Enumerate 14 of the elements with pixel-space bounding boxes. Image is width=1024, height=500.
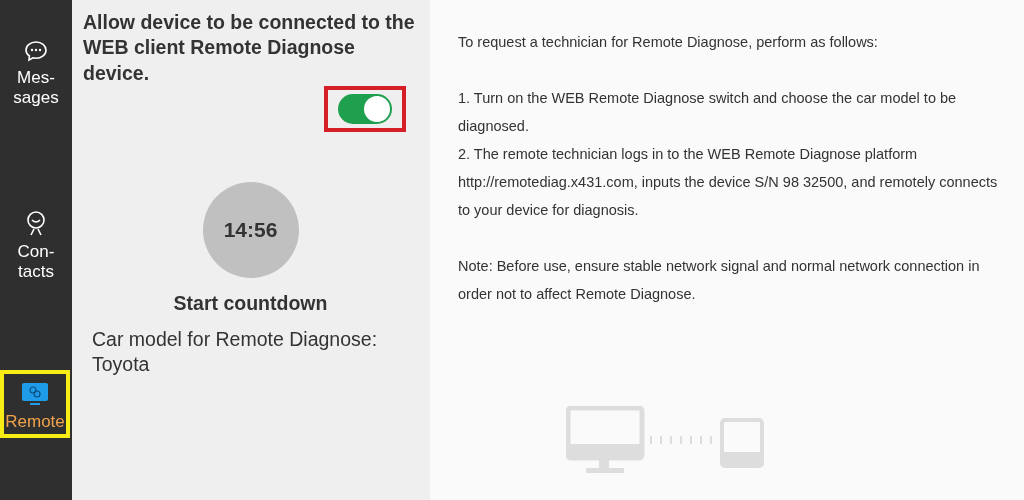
instruction-text: Note: Before use, ensure stable network signal and normal network connection in order not to affect Remote Diagnose.: [458, 257, 981, 304]
setting-title: Allow device to be connected to the WEB client Remote Diagnose device.: [83, 10, 416, 86]
chat-icon: [24, 40, 48, 62]
car-model-text: Car model for Remote Diagnose: Toyota: [92, 327, 379, 378]
countdown-timer: 14:56: [202, 182, 299, 279]
monitor-icon: [21, 382, 49, 406]
person-icon: [25, 210, 47, 236]
instruction-text: To request a technician for Remote Diagnose, perform as follows:: [458, 33, 879, 52]
instruction-text: 1. Turn on the WEB Remote Diagnose switch and choose the car model to be diagnosed. 2. The remote technician logs in to the WEB Remote Diagnose platform http://remotediag.x431.com, inputs the device S/N 98 32500, and remotely connects to your device for diagnosis.: [458, 89, 999, 220]
sidebar-item[interactable]: Con- tacts: [0, 210, 72, 370]
toggle-switch[interactable]: [338, 94, 392, 125]
sidebar-item[interactable]: Mes- sages: [0, 40, 72, 210]
countdown-label: Start countdown: [173, 292, 328, 316]
sidebar-item[interactable]: Remote: [0, 370, 70, 439]
